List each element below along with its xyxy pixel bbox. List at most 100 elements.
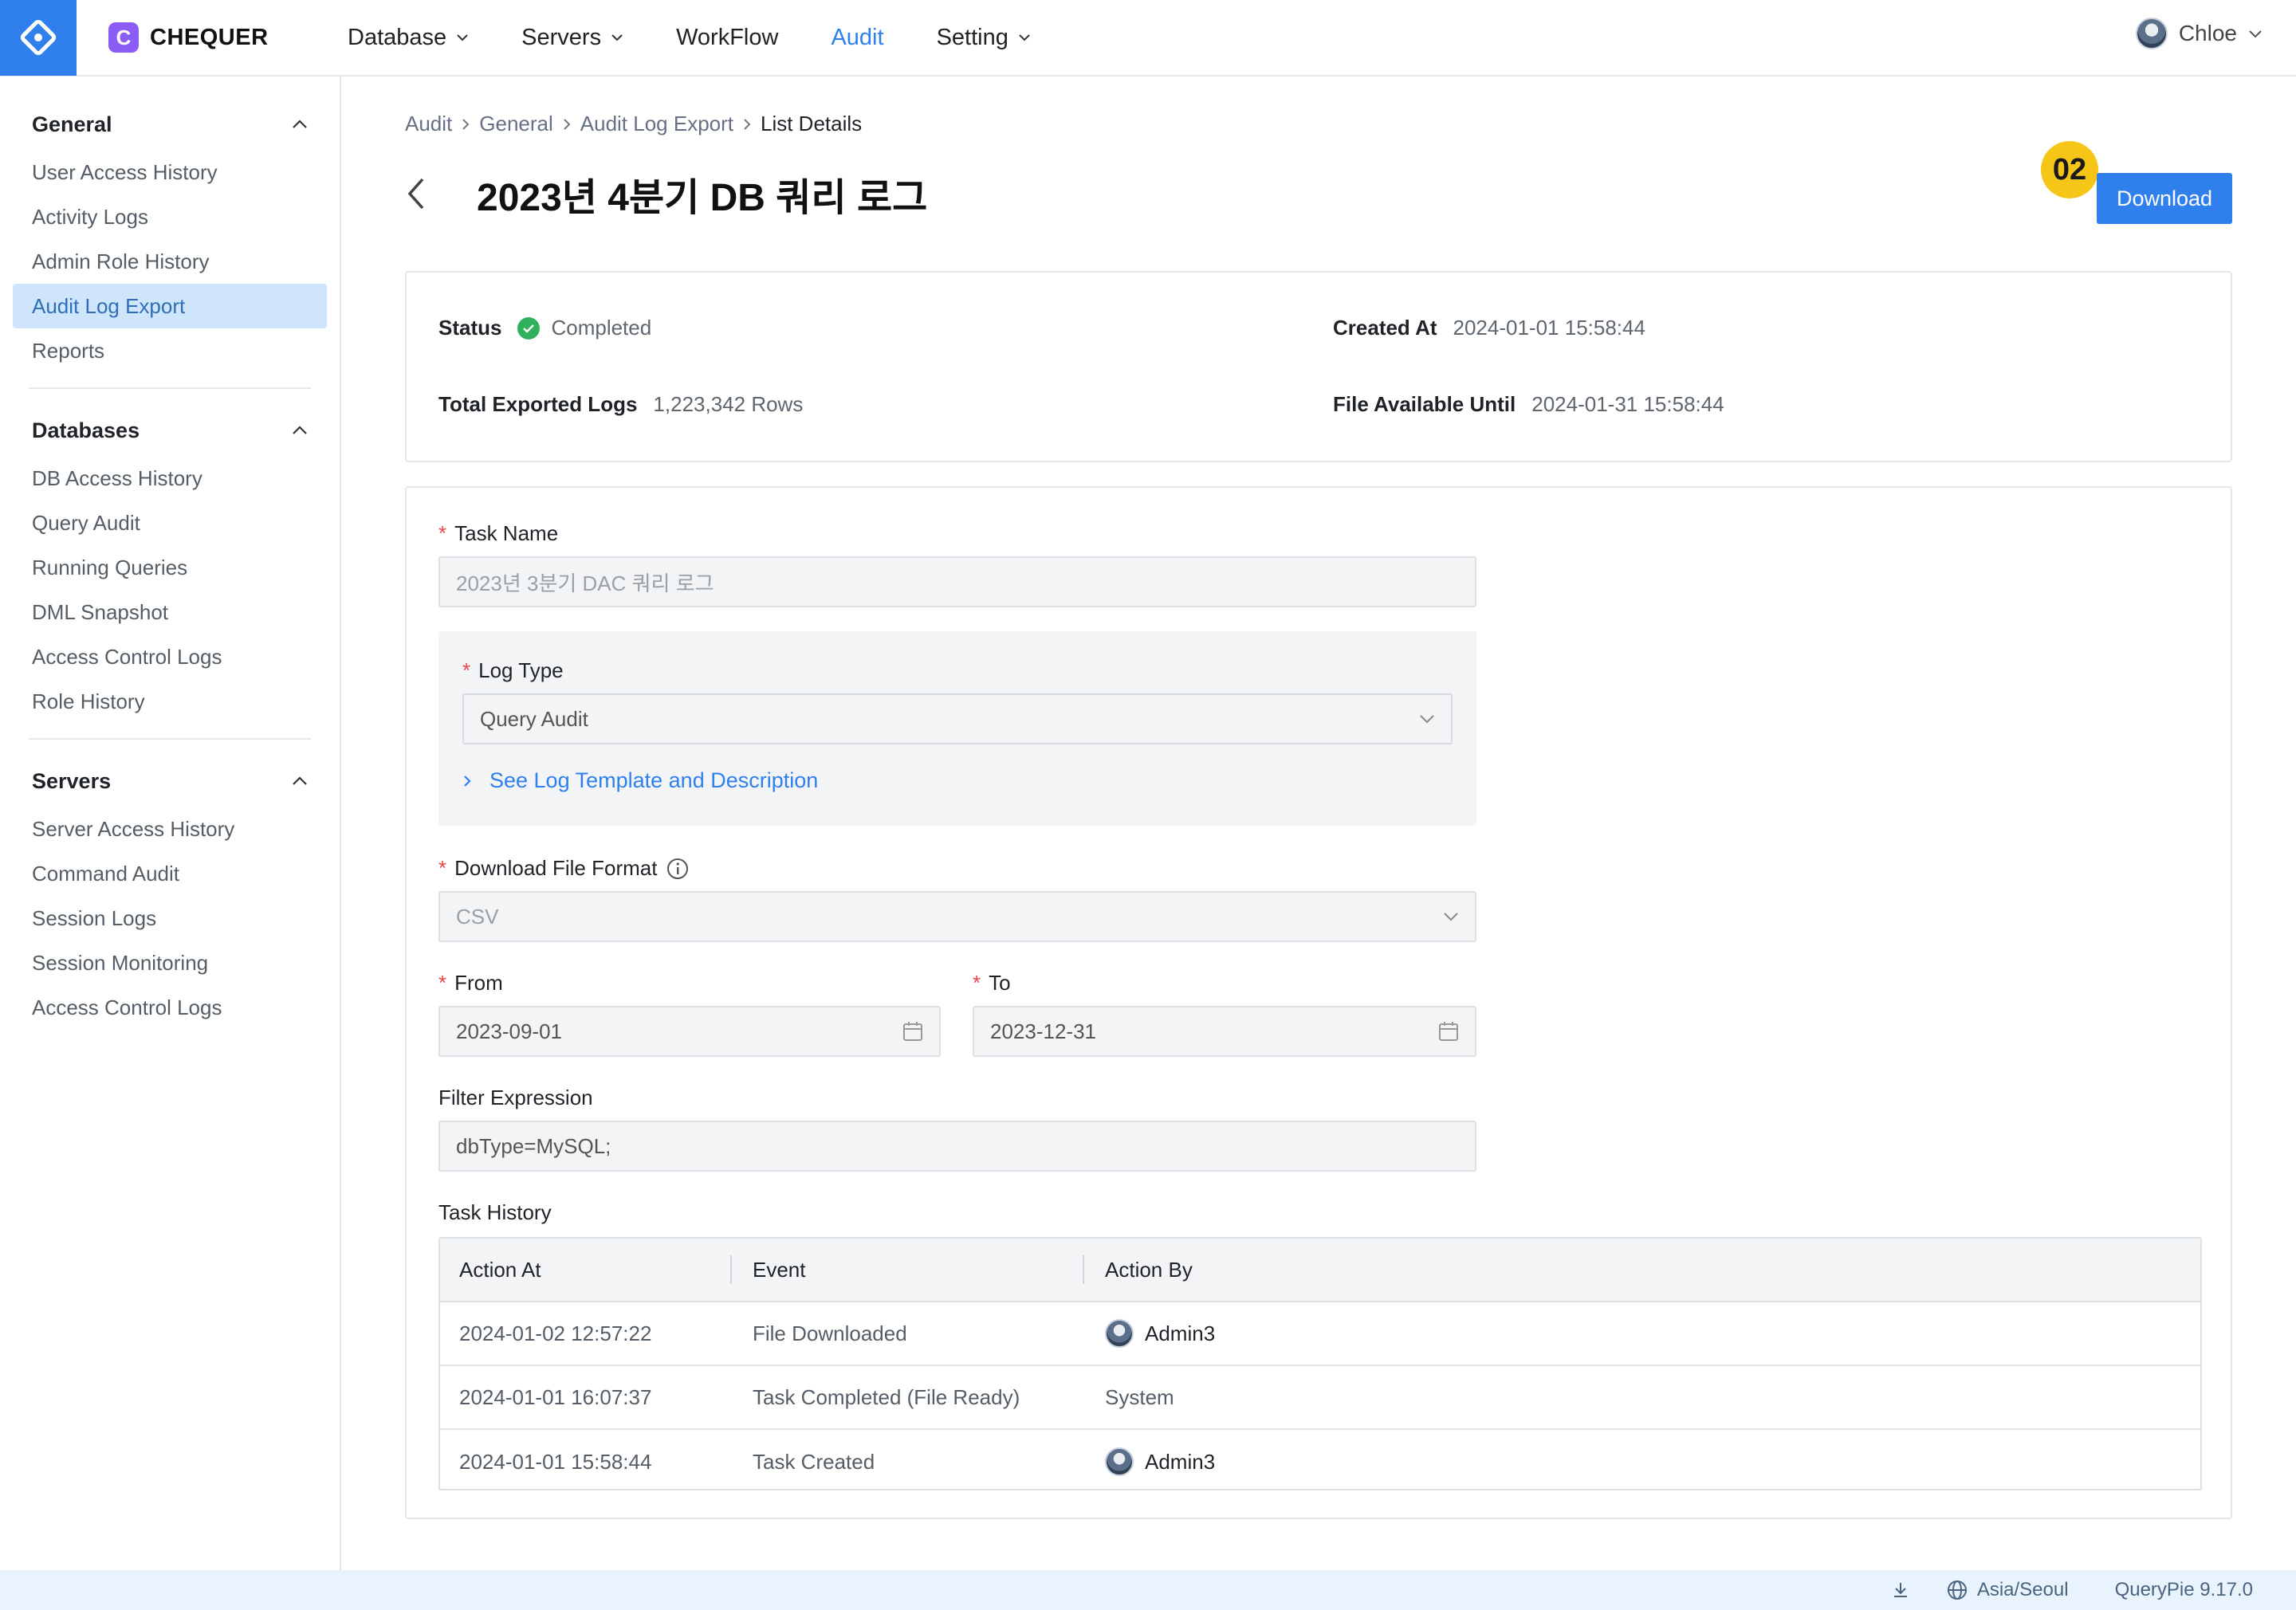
sidebar-item-running-queries[interactable]: Running Queries — [13, 545, 327, 590]
back-button[interactable] — [405, 174, 437, 214]
to-label-text: To — [989, 971, 1011, 995]
table-row: 2024-01-01 16:07:37 Task Completed (File… — [440, 1366, 2200, 1430]
avatar — [1105, 1447, 1134, 1476]
export-form-card: * Task Name 2023년 3분기 DAC 쿼리 로그 * Log Ty… — [405, 486, 2232, 1519]
org-name: CHEQUER — [150, 24, 269, 50]
sidebar-section-general: General User Access History Activity Log… — [0, 77, 340, 373]
info-icon[interactable] — [666, 858, 689, 880]
status-label: Status — [438, 316, 502, 340]
sidebar-group-databases[interactable]: Databases — [13, 405, 327, 456]
sidebar-item-dml-snapshot[interactable]: DML Snapshot — [13, 590, 327, 634]
sidebar-section-databases: Databases DB Access History Query Audit … — [0, 405, 340, 724]
from-date-value: 2023-09-01 — [456, 1019, 562, 1043]
user-menu[interactable]: Chloe — [2135, 18, 2263, 49]
row-action-by-name: Admin3 — [1145, 1321, 1216, 1345]
task-history-table: Action At Event Action By 2024-01-02 12:… — [438, 1237, 2202, 1490]
main-content: Audit General Audit Log Export List Deta… — [343, 77, 2296, 1570]
nav-database[interactable]: Database — [348, 25, 469, 51]
sidebar-item-db-access-history[interactable]: DB Access History — [13, 456, 327, 501]
sidebar-group-title: General — [32, 112, 112, 136]
row-action-by: Admin3 — [1084, 1447, 2200, 1476]
sidebar-divider — [29, 738, 311, 740]
sidebar-item-reports[interactable]: Reports — [13, 328, 327, 373]
to-label: * To — [973, 971, 1011, 995]
created-at-field: Created At 2024-01-01 15:58:44 — [1333, 316, 1645, 340]
footer-timezone[interactable]: Asia/Seoul — [1947, 1579, 2069, 1601]
sidebar-item-user-access-history[interactable]: User Access History — [13, 150, 327, 194]
to-date-input[interactable]: 2023-12-31 — [973, 1006, 1476, 1057]
nav-workflow[interactable]: WorkFlow — [676, 25, 778, 51]
task-name-input[interactable]: 2023년 3분기 DAC 쿼리 로그 — [438, 556, 1476, 607]
avatar — [1105, 1319, 1134, 1348]
total-logs-label: Total Exported Logs — [438, 392, 638, 416]
status-bar: Asia/Seoul QueryPie 9.17.0 — [0, 1570, 2296, 1610]
filter-expression-value: dbType=MySQL; — [456, 1133, 611, 1158]
chevron-right-icon — [464, 775, 471, 787]
row-event: Task Created — [753, 1449, 875, 1474]
nav-audit[interactable]: Audit — [831, 25, 883, 51]
breadcrumb-general[interactable]: General — [479, 112, 553, 136]
chevron-up-icon — [293, 120, 307, 128]
row-action-by: System — [1084, 1385, 2200, 1410]
row-action-at: 2024-01-01 15:58:44 — [459, 1449, 652, 1474]
sidebar-item-session-monitoring[interactable]: Session Monitoring — [13, 940, 327, 985]
sidebar-item-session-logs[interactable]: Session Logs — [13, 896, 327, 940]
sidebar-item-activity-logs[interactable]: Activity Logs — [13, 194, 327, 239]
log-type-value: Query Audit — [480, 706, 588, 731]
task-name-placeholder: 2023년 3분기 DAC 쿼리 로그 — [456, 571, 714, 595]
sidebar-item-query-audit[interactable]: Query Audit — [13, 501, 327, 545]
check-circle-icon — [517, 316, 541, 340]
breadcrumb-audit[interactable]: Audit — [405, 112, 452, 136]
nav-audit-label: Audit — [831, 24, 884, 50]
column-event: Event — [753, 1257, 806, 1282]
sidebar-item-server-access-control-logs[interactable]: Access Control Logs — [13, 985, 327, 1030]
querypie-logo[interactable] — [0, 0, 77, 76]
nav-servers[interactable]: Servers — [521, 25, 623, 51]
org-switcher[interactable]: C CHEQUER — [108, 22, 348, 53]
log-template-link[interactable]: See Log Template and Description — [462, 768, 818, 793]
calendar-icon[interactable] — [902, 1021, 923, 1042]
available-until-label: File Available Until — [1333, 392, 1516, 416]
breadcrumb-current: List Details — [761, 112, 863, 135]
nav-setting-label: Setting — [936, 24, 1008, 50]
task-name-label: * Task Name — [438, 521, 558, 546]
required-mark: * — [973, 971, 981, 995]
log-type-label: * Log Type — [462, 658, 564, 683]
from-date-input[interactable]: 2023-09-01 — [438, 1006, 941, 1057]
chevron-up-icon — [293, 426, 307, 434]
task-name-label-text: Task Name — [454, 521, 559, 545]
from-label-text: From — [454, 971, 503, 995]
sidebar-item-db-access-control-logs[interactable]: Access Control Logs — [13, 634, 327, 679]
sidebar-item-role-history[interactable]: Role History — [13, 679, 327, 724]
calendar-icon[interactable] — [1438, 1021, 1459, 1042]
breadcrumb: Audit General Audit Log Export List Deta… — [405, 112, 862, 136]
table-row: 2024-01-01 15:58:44 Task Created Admin3 — [440, 1430, 2200, 1494]
sidebar-group-servers[interactable]: Servers — [13, 756, 327, 807]
file-format-select[interactable]: CSV — [438, 891, 1476, 942]
total-logs-value: 1,223,342 Rows — [653, 392, 804, 416]
sidebar-group-general[interactable]: General — [13, 99, 327, 150]
log-type-select[interactable]: Query Audit — [462, 693, 1453, 744]
sidebar-group-title: Servers — [32, 768, 112, 793]
file-format-label: * Download File Format — [438, 856, 689, 881]
from-label: * From — [438, 971, 503, 995]
chevron-right-icon — [744, 118, 751, 130]
chevron-down-icon — [1019, 34, 1030, 41]
download-button[interactable]: Download — [2097, 173, 2232, 224]
sidebar-item-command-audit[interactable]: Command Audit — [13, 851, 327, 896]
timezone-text: Asia/Seoul — [1976, 1579, 2069, 1600]
breadcrumb-audit-log-export[interactable]: Audit Log Export — [580, 112, 733, 136]
sidebar-item-server-access-history[interactable]: Server Access History — [13, 807, 327, 851]
nav-database-label: Database — [348, 24, 447, 50]
sidebar-item-audit-log-export[interactable]: Audit Log Export — [13, 284, 327, 328]
footer-download[interactable] — [1891, 1581, 1910, 1600]
sidebar-item-admin-role-history[interactable]: Admin Role History — [13, 239, 327, 284]
required-mark: * — [438, 521, 447, 545]
column-action-at: Action At — [459, 1257, 541, 1282]
row-action-by-name: System — [1105, 1384, 1174, 1409]
nav-setting[interactable]: Setting — [937, 25, 1031, 51]
chevron-right-icon — [462, 118, 470, 130]
created-at-value: 2024-01-01 15:58:44 — [1453, 316, 1645, 340]
filter-expression-input[interactable]: dbType=MySQL; — [438, 1121, 1476, 1172]
task-history-label: Task History — [438, 1200, 552, 1224]
